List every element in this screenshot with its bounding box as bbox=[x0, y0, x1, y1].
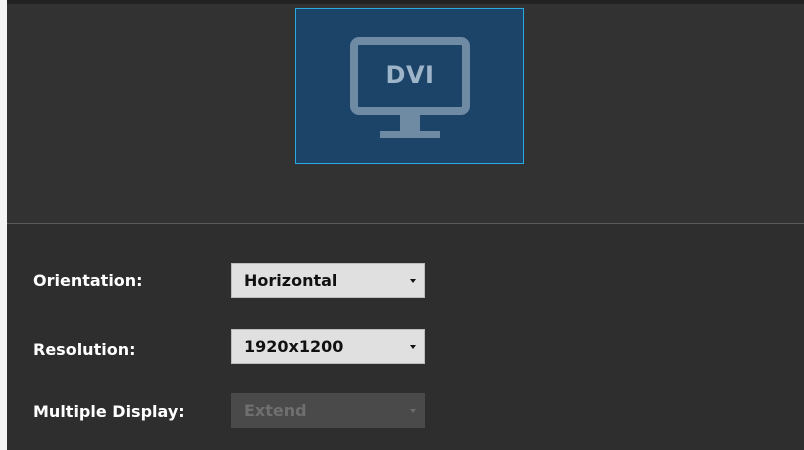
display-settings-panel: DVI Orientation: Horizontal Resolution: … bbox=[7, 0, 804, 450]
resolution-select[interactable]: 1920x1200 bbox=[231, 329, 425, 364]
display-preview-area: DVI bbox=[7, 4, 804, 223]
orientation-label: Orientation: bbox=[33, 271, 143, 290]
chevron-down-icon bbox=[410, 409, 416, 413]
settings-section: Orientation: Horizontal Resolution: 1920… bbox=[7, 224, 804, 450]
orientation-select[interactable]: Horizontal bbox=[231, 263, 425, 298]
resolution-label: Resolution: bbox=[33, 340, 136, 359]
orientation-value: Horizontal bbox=[244, 271, 338, 290]
multiple-display-select[interactable]: Extend bbox=[231, 393, 425, 428]
multiple-display-label: Multiple Display: bbox=[33, 402, 185, 421]
multiple-display-value: Extend bbox=[244, 401, 307, 420]
chevron-down-icon bbox=[410, 345, 416, 349]
resolution-value: 1920x1200 bbox=[244, 337, 344, 356]
display-tile-dvi[interactable]: DVI bbox=[295, 8, 524, 164]
chevron-down-icon bbox=[410, 279, 416, 283]
monitor-icon bbox=[350, 37, 470, 138]
monitor-connector-label: DVI bbox=[385, 61, 435, 89]
